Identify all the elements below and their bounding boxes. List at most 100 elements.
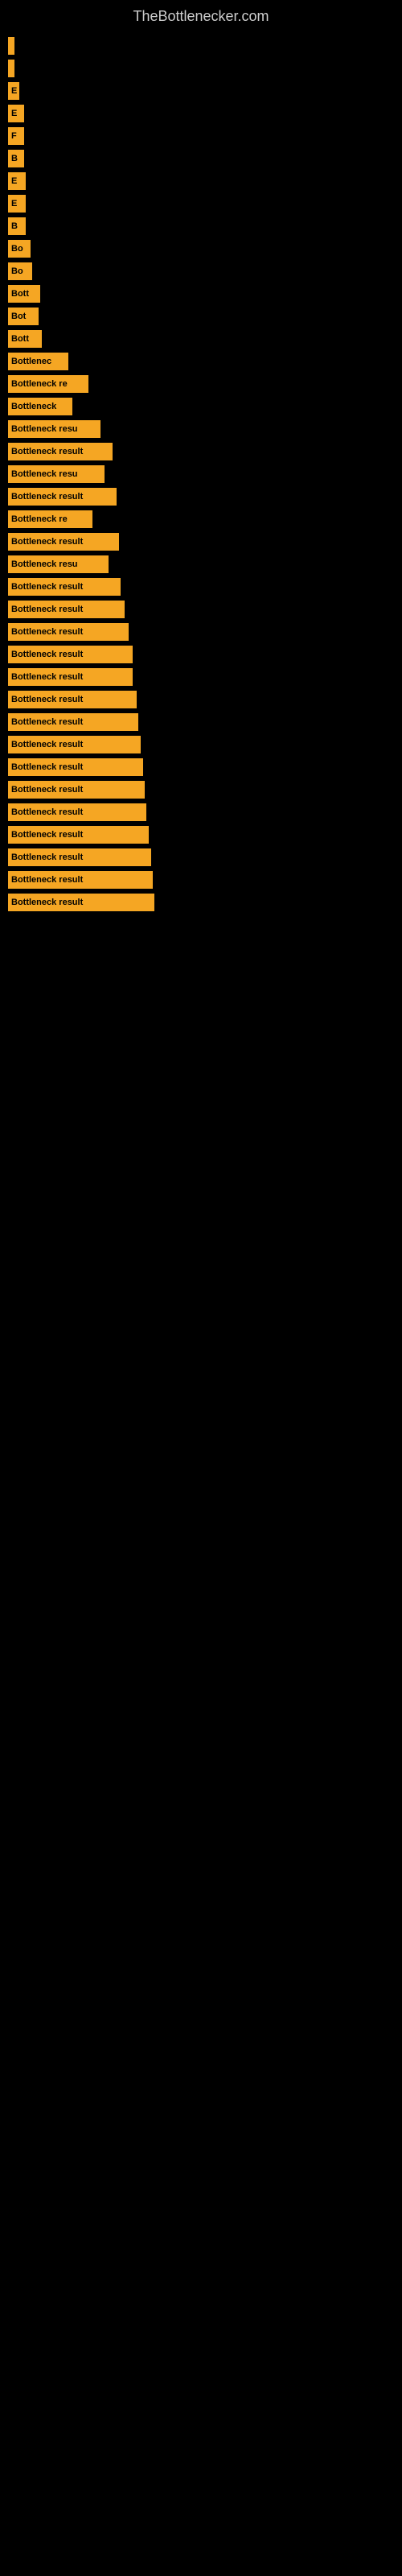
bar-item: Bottleneck result	[8, 894, 394, 911]
bar-label: Bott	[11, 289, 29, 299]
bar-item: B	[8, 217, 394, 235]
bar: Bottlenec	[8, 353, 68, 370]
bar: Bottleneck	[8, 398, 72, 415]
bar: Bottleneck result	[8, 826, 149, 844]
bar-item	[8, 37, 394, 55]
bar-item: Bottleneck result	[8, 668, 394, 686]
bar: B	[8, 150, 24, 167]
bar-label: Bottleneck result	[11, 672, 83, 682]
bar	[8, 37, 14, 55]
bar-label: Bottleneck	[11, 402, 56, 411]
bar: Bottleneck result	[8, 668, 133, 686]
bar-label: Bottleneck result	[11, 627, 83, 637]
bar: Bottleneck resu	[8, 420, 100, 438]
bar-item	[8, 60, 394, 77]
bar-label: Bottleneck result	[11, 605, 83, 614]
bar-label: Bottleneck resu	[11, 559, 78, 569]
bar: Bot	[8, 308, 39, 325]
bar-item: Bottleneck resu	[8, 465, 394, 483]
bar: Bottleneck result	[8, 646, 133, 663]
bar: Bo	[8, 262, 32, 280]
bar-item: Bottleneck	[8, 398, 394, 415]
bar-item: Bottleneck result	[8, 848, 394, 866]
chart-container: EEFBEEBBoBoBottBotBottBottlenecBottlenec…	[0, 29, 402, 924]
bar-label: E	[11, 199, 17, 208]
bar: Bott	[8, 330, 42, 348]
bar: Bottleneck result	[8, 623, 129, 641]
bar-item: Bottleneck result	[8, 578, 394, 596]
bar-label: E	[11, 176, 17, 186]
bar-label: Bottleneck resu	[11, 424, 78, 434]
bar-label: Bottleneck result	[11, 898, 83, 907]
bar: Bottleneck result	[8, 488, 117, 506]
bar-item: Bottleneck resu	[8, 420, 394, 438]
bar-label: Bottleneck result	[11, 537, 83, 547]
bar-item: Bottleneck re	[8, 375, 394, 393]
bar-label: Bott	[11, 334, 29, 344]
bar: Bottleneck result	[8, 848, 151, 866]
bar-label: B	[11, 221, 18, 231]
bar: E	[8, 105, 24, 122]
bar: Bottleneck result	[8, 736, 141, 753]
bar: Bottleneck result	[8, 533, 119, 551]
bar-item: Bo	[8, 240, 394, 258]
bar-label: Bottleneck result	[11, 447, 83, 456]
bar-item: Bottlenec	[8, 353, 394, 370]
bar-item: E	[8, 172, 394, 190]
bar-label: Bottleneck result	[11, 740, 83, 749]
bar-item: Bottleneck result	[8, 713, 394, 731]
bar-label: Bottleneck result	[11, 807, 83, 817]
bar-label: Bottleneck result	[11, 762, 83, 772]
bar: E	[8, 172, 26, 190]
bar: Bottleneck result	[8, 578, 121, 596]
bar: Bottleneck resu	[8, 465, 105, 483]
bar-item: Bo	[8, 262, 394, 280]
bar: E	[8, 195, 26, 213]
bar-label: Bottleneck result	[11, 875, 83, 885]
bar-item: Bottleneck result	[8, 691, 394, 708]
bar: Bottleneck result	[8, 601, 125, 618]
bar-item: E	[8, 195, 394, 213]
bar: Bottleneck result	[8, 871, 153, 889]
bar-item: Bottleneck result	[8, 488, 394, 506]
bar-label: Bo	[11, 244, 23, 254]
bar-item: Bott	[8, 285, 394, 303]
bar: Bo	[8, 240, 31, 258]
bar-label: Bottleneck result	[11, 650, 83, 659]
bar: Bottleneck result	[8, 691, 137, 708]
bar-label: Bottleneck re	[11, 379, 68, 389]
bar-label: Bottleneck result	[11, 830, 83, 840]
bar: Bottleneck result	[8, 803, 146, 821]
bar-label: Bottleneck result	[11, 785, 83, 795]
bar-item: Bottleneck result	[8, 533, 394, 551]
bar-item: Bottleneck re	[8, 510, 394, 528]
bar-label: F	[11, 131, 17, 141]
bar: Bott	[8, 285, 40, 303]
bar: Bottleneck re	[8, 510, 92, 528]
bar-label: Bottleneck result	[11, 492, 83, 502]
bar-item: Bottleneck result	[8, 601, 394, 618]
bar-label: Bottleneck result	[11, 717, 83, 727]
bar-label: Bottleneck result	[11, 695, 83, 704]
bar-item: Bot	[8, 308, 394, 325]
bar-label: Bottleneck re	[11, 514, 68, 524]
bar-label: Bottlenec	[11, 357, 51, 366]
bar-label: Bo	[11, 266, 23, 276]
bar-label: E	[11, 109, 17, 118]
bar-item: F	[8, 127, 394, 145]
site-title: TheBottlenecker.com	[0, 0, 402, 29]
bar-label: B	[11, 154, 18, 163]
bar-item: Bottleneck result	[8, 781, 394, 799]
bar: Bottleneck result	[8, 781, 145, 799]
bar: Bottleneck result	[8, 758, 143, 776]
bar-label: Bottleneck result	[11, 852, 83, 862]
bar-item: Bottleneck result	[8, 826, 394, 844]
bar-item: E	[8, 82, 394, 100]
bar-item: Bottleneck result	[8, 736, 394, 753]
bar-item: Bottleneck resu	[8, 555, 394, 573]
bar: Bottleneck resu	[8, 555, 109, 573]
bar: Bottleneck result	[8, 894, 154, 911]
bar-item: B	[8, 150, 394, 167]
bar: Bottleneck result	[8, 713, 138, 731]
bar: F	[8, 127, 24, 145]
